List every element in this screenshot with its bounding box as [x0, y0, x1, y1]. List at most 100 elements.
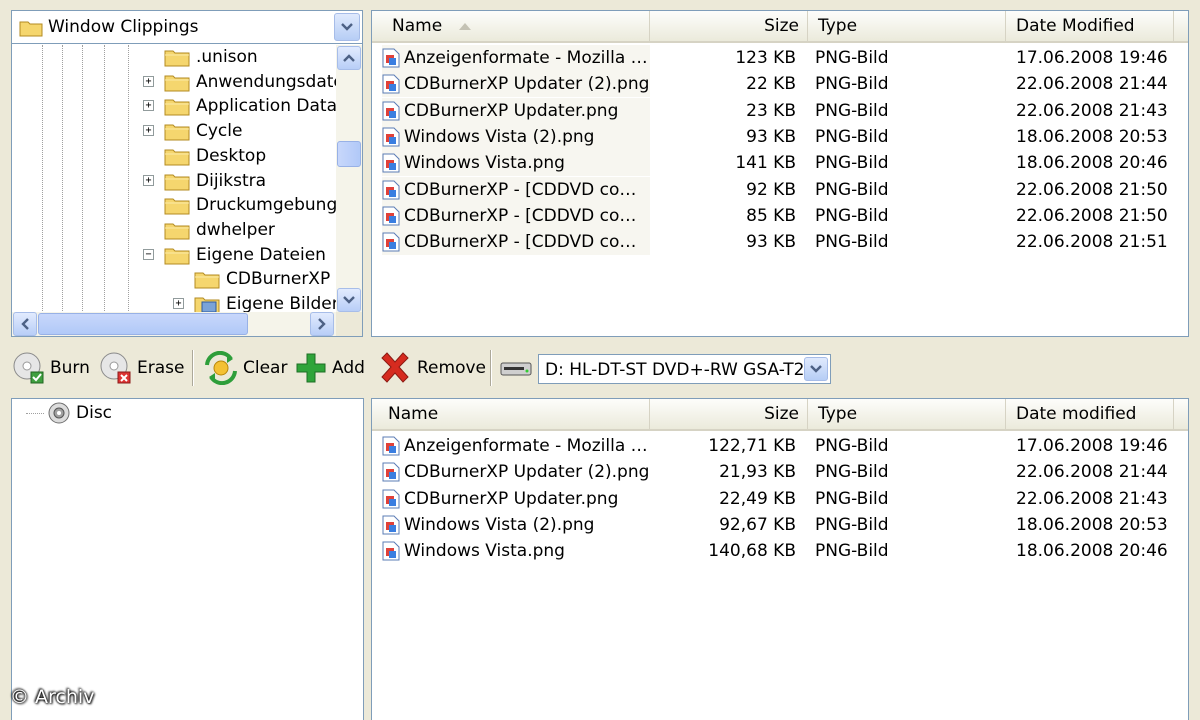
- file-name: Windows Vista (2).png: [404, 514, 595, 535]
- png-file-icon: [382, 153, 400, 173]
- tree-expander[interactable]: +: [143, 175, 154, 186]
- table-row[interactable]: Windows Vista.png 141 KB PNG-Bild 18.06.200…: [372, 150, 1188, 177]
- png-file-icon: [382, 462, 400, 482]
- file-size: 122,71 KB: [708, 436, 796, 456]
- file-type: PNG-Bild: [815, 205, 889, 226]
- tree-expander[interactable]: +: [173, 298, 184, 309]
- column-header-date[interactable]: Date Modified: [1006, 11, 1174, 41]
- tree-expander[interactable]: +: [143, 125, 154, 136]
- scroll-left-icon[interactable]: [13, 312, 37, 336]
- folder-tree-item[interactable]: Desktop: [164, 144, 266, 168]
- table-row[interactable]: Anzeigenformate - Mozilla Firef... 122,71…: [372, 433, 1188, 459]
- add-icon: [296, 353, 326, 383]
- file-size: 123 KB: [735, 48, 796, 68]
- folder-tree-item[interactable]: Dijikstra: [164, 169, 266, 193]
- tree-expander[interactable]: +: [143, 76, 154, 87]
- folder-tree-item[interactable]: Eigene Bilder: [194, 292, 336, 313]
- source-file-list[interactable]: Name Size Type Date Modified Anzeigenfor…: [371, 10, 1189, 337]
- column-header-date[interactable]: Date modified: [1006, 399, 1174, 429]
- folder-tree-item[interactable]: Application Data: [164, 94, 336, 118]
- watermark: © Archiv: [10, 686, 95, 708]
- folder-icon: [194, 269, 220, 289]
- folder-icon: [164, 121, 190, 141]
- folder-tree-item[interactable]: Anwendungsdaten: [164, 70, 336, 94]
- clear-button[interactable]: Clear: [203, 350, 287, 386]
- file-size: 92,67 KB: [719, 514, 796, 535]
- folder-icon: [164, 245, 190, 265]
- list-header: Name Size Type Date Modified: [372, 11, 1188, 43]
- file-name: Windows Vista.png: [404, 541, 565, 562]
- file-type: PNG-Bild: [815, 514, 889, 535]
- file-size: 93 KB: [746, 126, 796, 147]
- png-file-icon: [382, 127, 400, 147]
- disc-tree[interactable]: Disc: [11, 398, 364, 720]
- folder-icon: [164, 171, 190, 191]
- png-file-icon: [382, 232, 400, 252]
- table-row[interactable]: Anzeigenformate - Mozilla Firef... 123 KB…: [372, 45, 1188, 71]
- file-date: 18.06.2008 20:46: [1016, 541, 1168, 562]
- column-header-size[interactable]: Size: [650, 11, 808, 41]
- folder-combo[interactable]: Window Clippings: [12, 11, 362, 44]
- file-type: PNG-Bild: [815, 153, 889, 174]
- file-date: 22.06.2008 21:44: [1016, 74, 1168, 95]
- folder-icon: [19, 19, 43, 42]
- scroll-down-icon[interactable]: [337, 288, 361, 312]
- folder-tree-hscroll[interactable]: [12, 312, 336, 336]
- folder-tree-item[interactable]: Eigene Dateien: [164, 243, 326, 267]
- table-row[interactable]: CDBurnerXP - [CDDVD compil... 85 KB PNG-Bi…: [372, 202, 1188, 229]
- scroll-right-icon[interactable]: [310, 312, 334, 336]
- column-header-type[interactable]: Type: [808, 399, 1006, 429]
- table-row[interactable]: CDBurnerXP Updater (2).png 21,93 KB PNG-Bi…: [372, 459, 1188, 485]
- table-row[interactable]: CDBurnerXP Updater.png 23 KB PNG-Bild 22.06…: [372, 97, 1188, 124]
- folder-tree-vscroll[interactable]: [336, 45, 362, 313]
- add-button[interactable]: Add: [294, 350, 365, 386]
- file-size: 141 KB: [735, 153, 796, 174]
- folder-icon: [164, 220, 190, 240]
- folder-tree-item[interactable]: Druckumgebung: [164, 193, 336, 217]
- folder-tree[interactable]: .unison + Anwendungsdaten + Application Data…: [12, 45, 336, 313]
- table-row[interactable]: CDBurnerXP - [CDDVD compil... 93 KB PNG-Bi…: [372, 229, 1188, 256]
- file-date: 18.06.2008 20:46: [1016, 153, 1168, 174]
- file-name: Anzeigenformate - Mozilla Firef...: [404, 436, 650, 456]
- file-date: 17.06.2008 19:46: [1016, 436, 1168, 456]
- folder-icon: [164, 96, 190, 116]
- file-name: CDBurnerXP Updater.png: [404, 488, 619, 509]
- folder-tree-item[interactable]: CDBurnerXP F: [194, 267, 336, 291]
- table-row[interactable]: CDBurnerXP - [CDDVD compil... 92 KB PNG-Bi…: [372, 176, 1188, 203]
- png-file-icon: [382, 515, 400, 535]
- png-file-icon: [382, 74, 400, 94]
- compilation-file-list[interactable]: Name Size Type Date modified Anzeigenfor…: [371, 398, 1189, 720]
- table-row[interactable]: CDBurnerXP Updater (2).png 22 KB PNG-Bild 2…: [372, 71, 1188, 98]
- disc-tree-root[interactable]: Disc: [26, 401, 112, 425]
- chevron-down-icon[interactable]: [804, 357, 828, 381]
- file-date: 17.06.2008 19:46: [1016, 48, 1168, 68]
- erase-button[interactable]: Erase: [99, 350, 184, 386]
- column-header-name[interactable]: Name: [372, 399, 650, 429]
- table-row[interactable]: CDBurnerXP Updater.png 22,49 KB PNG-Bild 22…: [372, 486, 1188, 512]
- remove-button[interactable]: Remove: [377, 350, 486, 386]
- folder-tree-item[interactable]: dwhelper: [164, 218, 275, 242]
- file-type: PNG-Bild: [815, 541, 889, 562]
- table-row[interactable]: Windows Vista (2).png 93 KB PNG-Bild 18.06.…: [372, 123, 1188, 150]
- file-date: 22.06.2008 21:43: [1016, 100, 1168, 121]
- folder-browser: Window Clippings .unison + Anwendungsdaten…: [11, 10, 363, 337]
- folder-tree-item[interactable]: Cycle: [164, 119, 242, 143]
- table-row[interactable]: Windows Vista (2).png 92,67 KB PNG-Bild 18.…: [372, 512, 1188, 538]
- scroll-up-icon[interactable]: [337, 46, 361, 70]
- drive-select[interactable]: D: HL-DT-ST DVD+-RW GSA-T21I: [538, 354, 831, 384]
- folder-tree-item[interactable]: .unison: [164, 45, 258, 69]
- png-file-icon: [382, 180, 400, 200]
- hscroll-thumb[interactable]: [38, 313, 248, 335]
- chevron-down-icon[interactable]: [334, 13, 360, 41]
- burn-button[interactable]: Burn: [12, 350, 90, 386]
- file-size: 21,93 KB: [719, 462, 796, 483]
- tree-expander[interactable]: −: [143, 249, 154, 260]
- column-header-name[interactable]: Name: [372, 11, 650, 41]
- file-date: 22.06.2008 21:44: [1016, 462, 1168, 483]
- column-header-size[interactable]: Size: [650, 399, 808, 429]
- table-row[interactable]: Windows Vista.png 140,68 KB PNG-Bild 18.06.…: [372, 538, 1188, 564]
- scroll-thumb[interactable]: [337, 141, 361, 167]
- folder-icon: [164, 195, 190, 215]
- column-header-type[interactable]: Type: [808, 11, 1006, 41]
- tree-expander[interactable]: +: [143, 100, 154, 111]
